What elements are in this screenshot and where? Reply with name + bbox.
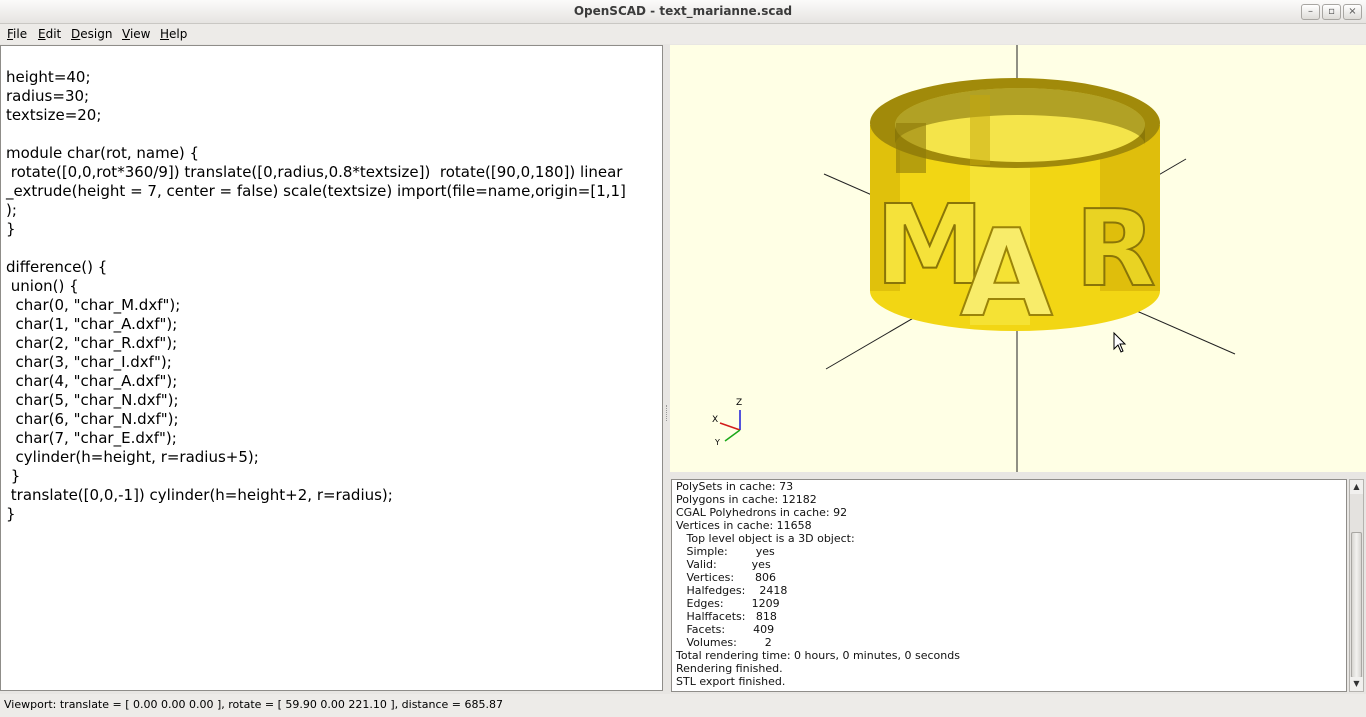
console-line: Vertices: 806	[676, 571, 777, 584]
console-line: STL export finished.	[676, 675, 786, 688]
console-scrollbar[interactable]: ▲ ▼	[1349, 479, 1364, 692]
horizontal-splitter[interactable]	[670, 472, 1366, 478]
status-bar: Viewport: translate = [ 0.00 0.00 0.00 ]…	[0, 694, 1366, 717]
letter-r: R	[1075, 188, 1156, 310]
menu-design[interactable]: Design	[71, 27, 112, 41]
console-line: Rendering finished.	[676, 662, 783, 675]
letter-a: A	[960, 205, 1053, 344]
console-line: CGAL Polyhedrons in cache: 92	[676, 506, 848, 519]
mouse-cursor-icon	[1113, 331, 1127, 353]
menu-view[interactable]: View	[122, 27, 150, 41]
3d-viewport[interactable]: M A R Z X Y	[670, 45, 1366, 472]
console-line: Facets: 409	[676, 623, 775, 636]
viewport-status-text: Viewport: translate = [ 0.00 0.00 0.00 ]…	[4, 698, 503, 711]
window-title: OpenSCAD - text_marianne.scad	[573, 4, 793, 18]
menu-bar: File Edit Design View Help	[0, 24, 1366, 44]
console-line: Edges: 1209	[676, 597, 780, 610]
console-line: Simple: yes	[676, 545, 775, 558]
axis-z-label: Z	[736, 398, 742, 408]
menu-edit[interactable]: Edit	[38, 27, 61, 41]
console-line: Valid: yes	[676, 558, 771, 571]
axis-y-label: Y	[714, 438, 720, 447]
console-line: PolySets in cache: 73	[676, 480, 794, 493]
console-line: Total rendering time: 0 hours, 0 minutes…	[676, 649, 960, 662]
scroll-thumb[interactable]	[1351, 532, 1362, 678]
scroll-up-icon[interactable]: ▲	[1350, 480, 1363, 494]
maximize-button[interactable]: ▫	[1322, 4, 1341, 20]
console-line: Halffacets: 818	[676, 610, 777, 623]
axis-x-label: X	[712, 415, 718, 425]
minimize-button[interactable]: –	[1301, 4, 1320, 20]
model-render: M A R Z X Y	[712, 45, 1236, 472]
console-line: Volumes: 2	[676, 636, 772, 649]
console-line: Halfedges: 2418	[676, 584, 788, 597]
title-bar: OpenSCAD - text_marianne.scad – ▫ ×	[0, 0, 1366, 24]
code-editor[interactable]: height=40; radius=30; textsize=20; modul…	[0, 45, 663, 691]
console-line: Vertices in cache: 11658	[676, 519, 812, 532]
console-line: Top level object is a 3D object:	[676, 532, 855, 545]
close-button[interactable]: ×	[1343, 4, 1362, 20]
code-text[interactable]: height=40; radius=30; textsize=20; modul…	[6, 68, 626, 524]
console-output[interactable]: PolySets in cache: 73 Polygons in cache:…	[671, 479, 1347, 692]
console-line: Polygons in cache: 12182	[676, 493, 817, 506]
menu-help[interactable]: Help	[160, 27, 187, 41]
scroll-down-icon[interactable]: ▼	[1350, 677, 1363, 691]
menu-file[interactable]: File	[7, 27, 27, 41]
